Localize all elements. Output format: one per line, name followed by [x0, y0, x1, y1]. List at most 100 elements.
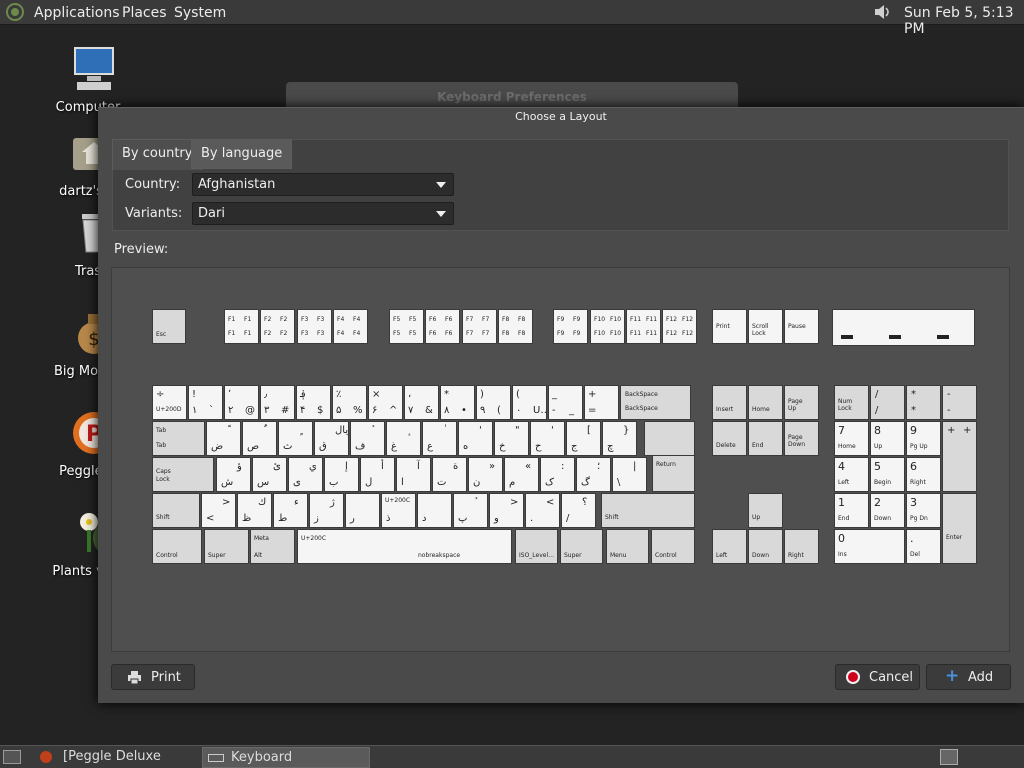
key-z-row: > و: [489, 493, 524, 528]
key-legend: F8: [502, 316, 510, 323]
volume-speaker-icon[interactable]: [874, 4, 892, 20]
key-number-row: ! ۱ `: [188, 385, 223, 420]
key-legend: ؟: [582, 497, 588, 508]
key-z-row: ر: [345, 493, 380, 528]
key-legend: Page: [788, 398, 803, 405]
add-button[interactable]: + Add: [926, 664, 1011, 690]
key-esc: Esc: [152, 309, 186, 344]
key-q-row: ٍث: [278, 421, 313, 456]
key-legend: گ: [581, 477, 590, 488]
key-legend: =: [588, 405, 597, 416]
workspace-switcher-icon[interactable]: [940, 749, 958, 765]
key-legend: F11: [646, 316, 658, 323]
key-legend: Down: [752, 552, 770, 559]
key-insert: Insert: [712, 385, 747, 420]
key-legend: F4: [337, 316, 345, 323]
key-legend: F12: [682, 330, 694, 337]
task-peggle[interactable]: [Peggle Deluxe 1.01]: [36, 747, 196, 768]
places-menu[interactable]: Places: [122, 5, 167, 21]
key-numpad-multiply: * *: [906, 385, 941, 420]
key-legend: F7: [482, 330, 490, 337]
key-legend: ؋: [300, 389, 306, 400]
key-legend: F10: [610, 330, 622, 337]
tab-by-language[interactable]: By language: [191, 139, 293, 169]
key-legend: Down: [788, 441, 806, 448]
key-arrow-down: Down: [748, 529, 783, 564]
scroll-lock-led: [937, 335, 949, 339]
clock[interactable]: Sun Feb 5, 5:13 PM: [904, 5, 1024, 37]
key-a-row: ةت: [432, 457, 467, 492]
key-number-row: ؋ ۴ $: [296, 385, 331, 420]
key-number-row: × ۶ ^: [368, 385, 403, 420]
key-legend: F3: [301, 316, 309, 323]
key-legend: ': [551, 425, 554, 436]
variants-value: Dari: [198, 206, 225, 221]
print-button[interactable]: Print: [111, 664, 195, 690]
key-number-row: ٬ ۲ @: [224, 385, 259, 420]
key-legend: چ: [607, 441, 614, 452]
key-legend: پ: [458, 513, 468, 524]
key-a-row: :ک: [540, 457, 575, 492]
key-legend: ۹: [480, 405, 486, 416]
key-legend: F9: [557, 316, 565, 323]
key-legend: Page: [788, 434, 803, 441]
key-numpad-digit: 4 Left: [834, 457, 869, 492]
variants-combobox[interactable]: Dari: [192, 202, 454, 225]
num-lock-led: [841, 335, 853, 339]
key-legend: F3: [317, 316, 325, 323]
show-desktop-icon[interactable]: [3, 750, 21, 764]
key-legend: Left: [838, 479, 850, 486]
key-legend: Control: [156, 552, 178, 559]
key-numpad-decimal: . Del: [906, 529, 941, 564]
country-label: Country:: [125, 177, 181, 192]
key-legend: F10: [594, 316, 606, 323]
task-keyboard-preferences[interactable]: Keyboard Preferences: [202, 747, 370, 768]
key-legend: F2: [280, 330, 288, 337]
key-a-row: » ن: [468, 457, 503, 492]
key-numpad-digit: 6 Right: [906, 457, 941, 492]
key-arrow-left: Left: [712, 529, 747, 564]
taskbar: [Peggle Deluxe 1.01] Keyboard Preference…: [0, 745, 1024, 768]
key-f9: F9 F9 F9 F9: [553, 309, 588, 344]
key-right-control: Control: [651, 529, 695, 564]
key-number-row: ٪ ۵%: [332, 385, 367, 420]
key-legend: Up: [788, 405, 797, 412]
tab-by-country[interactable]: By country: [112, 139, 203, 170]
key-legend: F9: [573, 330, 581, 337]
key-legend: Home: [838, 443, 856, 450]
key-end: End: [748, 421, 783, 456]
key-legend: ئ: [273, 461, 281, 472]
desktop-icon-computer[interactable]: Computer: [33, 44, 143, 115]
key-legend: ف: [355, 441, 366, 452]
key-alt: Meta Alt: [250, 529, 295, 564]
key-legend: ء: [294, 497, 299, 508]
task-label: Keyboard Preferences: [231, 750, 293, 765]
key-a-row: أل: [360, 457, 395, 492]
key-legend: ۴: [300, 405, 306, 416]
key-legend: ة: [453, 461, 459, 472]
key-legend: Tab: [156, 427, 167, 434]
key-legend: F8: [502, 330, 510, 337]
key-legend: End: [752, 442, 764, 449]
key-legend: ی: [293, 477, 301, 488]
key-f3: F3 F3 F3 F3: [297, 309, 332, 344]
applications-menu-icon[interactable]: [6, 3, 24, 21]
key-legend: Lock: [156, 476, 170, 483]
country-combobox[interactable]: Afghanistan: [192, 173, 454, 196]
key-legend: آ: [417, 461, 420, 472]
key-q-row: ' ه: [458, 421, 493, 456]
key-z-row: ‌د: [417, 493, 452, 528]
key-legend: F12: [666, 316, 678, 323]
key-legend: (: [497, 405, 501, 416]
key-right-shift: Shift: [601, 493, 695, 528]
system-menu[interactable]: System: [174, 5, 226, 21]
key-legend: ک: [545, 477, 554, 488]
key-z-row: ؟ /: [561, 493, 596, 528]
key-legend: Up: [752, 514, 761, 521]
key-menu: Menu: [606, 529, 649, 564]
key-a-row: | \: [612, 457, 647, 492]
applications-menu[interactable]: Applications: [34, 5, 120, 21]
key-right-super: Super: [560, 529, 603, 564]
key-legend: F12: [666, 330, 678, 337]
cancel-button[interactable]: Cancel: [835, 664, 920, 690]
